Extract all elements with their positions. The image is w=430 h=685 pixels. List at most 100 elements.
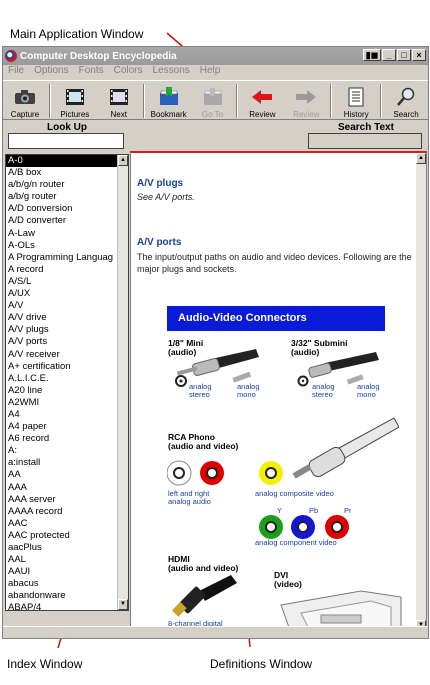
goto-label: Go To xyxy=(201,110,224,119)
index-list-item[interactable]: A-OLs xyxy=(6,240,128,252)
index-list-item[interactable]: A/S/L xyxy=(6,276,128,288)
capture-button[interactable]: Capture xyxy=(3,81,47,121)
index-list-item[interactable]: abandonware xyxy=(6,590,128,602)
menu-bar: File Options Fonts Colors Lessons Help xyxy=(3,65,225,79)
review-forward-button[interactable]: Review xyxy=(284,81,328,121)
index-list-item[interactable]: A4 paper xyxy=(6,421,128,433)
index-list-item[interactable]: AAA server xyxy=(6,494,128,506)
menu-colors[interactable]: Colors xyxy=(109,65,148,79)
review-back-button[interactable]: Review xyxy=(240,81,284,121)
index-list-item[interactable]: A/D conversion xyxy=(6,203,128,215)
index-list-item[interactable]: AAAA record xyxy=(6,506,128,518)
index-list-item[interactable]: abacus xyxy=(6,578,128,590)
index-list-item[interactable]: A-0 xyxy=(6,155,128,168)
analog-composite-label: analog composite video xyxy=(255,489,334,498)
capture-label: Capture xyxy=(10,110,40,119)
lookup-input[interactable] xyxy=(8,133,124,149)
index-list-item[interactable]: A/V xyxy=(6,300,128,312)
history-label: History xyxy=(343,110,369,119)
search-button[interactable]: Search xyxy=(384,81,428,121)
index-scrollbar[interactable]: ▲ ▼ xyxy=(117,155,128,610)
toolbar-separator xyxy=(330,84,333,118)
next-label: Next xyxy=(110,110,127,119)
goto-button[interactable]: Go To xyxy=(191,81,235,121)
definition-text[interactable]: See A/V ports. xyxy=(137,191,413,203)
index-list-item[interactable]: aacPlus xyxy=(6,542,128,554)
index-list[interactable]: A-0 A/B box a/b/g/n router a/b/g router A/D … xyxy=(5,154,129,611)
index-list-item[interactable]: A2WMI xyxy=(6,397,128,409)
analog-component-label: analog component video xyxy=(255,538,337,547)
scroll-up-icon[interactable]: ▲ xyxy=(118,155,128,166)
rca-plug-icon xyxy=(292,417,399,479)
definition-heading[interactable]: A/V plugs xyxy=(137,178,183,189)
pictures-label: Pictures xyxy=(60,110,90,119)
pin-button[interactable]: ▮◼ xyxy=(363,49,381,61)
history-list-icon xyxy=(345,87,367,107)
index-list-item[interactable]: A/UX xyxy=(6,288,128,300)
index-list-item[interactable]: A-Law xyxy=(6,228,128,240)
analog-mono-label-2: mono xyxy=(357,390,376,399)
bookmark-button[interactable]: Bookmark xyxy=(147,81,191,121)
index-list-item[interactable]: ABAP/4 xyxy=(6,602,128,610)
window-title: Computer Desktop Encyclopedia xyxy=(20,50,177,62)
next-button[interactable]: Next xyxy=(97,81,141,121)
definitions-pane: A/V plugs See A/V ports. A/V ports The i… xyxy=(130,151,427,633)
arrow-right-icon xyxy=(295,87,317,107)
film-next-icon xyxy=(108,87,130,107)
index-list-item[interactable]: AAUI xyxy=(6,566,128,578)
definition-heading[interactable]: A/V ports xyxy=(137,237,181,248)
hdmi-sub-label: (audio and video) xyxy=(168,563,239,573)
close-button[interactable]: × xyxy=(412,49,426,61)
lookup-label: Look Up xyxy=(47,122,87,133)
pictures-button[interactable]: Pictures xyxy=(53,81,97,121)
index-list-item[interactable]: AAA xyxy=(6,482,128,494)
scroll-up-icon[interactable]: ▲ xyxy=(416,153,426,164)
index-list-item[interactable]: A/V receiver xyxy=(6,349,128,361)
search-text-input[interactable] xyxy=(308,133,422,149)
index-list-item[interactable]: A4 xyxy=(6,409,128,421)
index-list-item[interactable]: a/b/g/n router xyxy=(6,179,128,191)
definitions-scrollbar[interactable]: ▲ ▼ xyxy=(416,153,426,631)
index-list-item[interactable]: A record xyxy=(6,264,128,276)
definition-text: The input/output paths on audio and vide… xyxy=(137,252,412,274)
review-back-label: Review xyxy=(249,110,276,119)
toolbar-separator xyxy=(380,84,383,118)
history-button[interactable]: History xyxy=(334,81,378,121)
index-list-item[interactable]: A/B box xyxy=(6,167,128,179)
toolbar-separator xyxy=(142,84,145,118)
index-list-item[interactable]: A/V drive xyxy=(6,312,128,324)
index-list-item[interactable]: AA xyxy=(6,469,128,481)
index-list-item[interactable]: a/b/g router xyxy=(6,191,128,203)
index-list-item[interactable]: A Programming Languag xyxy=(6,252,128,264)
index-list-item[interactable]: AAC xyxy=(6,518,128,530)
index-list-item[interactable]: A+ certification xyxy=(6,361,128,373)
index-list-item[interactable]: a:install xyxy=(6,457,128,469)
index-list-item[interactable]: A/D converter xyxy=(6,215,128,227)
index-list-item[interactable]: A/V ports xyxy=(6,336,128,348)
index-list-item[interactable]: AAL xyxy=(6,554,128,566)
menu-file[interactable]: File xyxy=(3,65,29,79)
left-right-label-2: analog audio xyxy=(168,497,211,506)
menu-lessons[interactable]: Lessons xyxy=(148,65,195,79)
goto-book-icon xyxy=(202,87,224,107)
index-list-item[interactable]: A/V plugs xyxy=(6,324,128,336)
index-list-item[interactable]: A.L.I.C.E. xyxy=(6,373,128,385)
search-label: Search xyxy=(393,110,419,119)
index-list-item[interactable]: A: xyxy=(6,445,128,457)
index-list-item[interactable]: A6 record xyxy=(6,433,128,445)
analog-stereo-label-2: stereo xyxy=(312,390,333,399)
menu-options[interactable]: Options xyxy=(29,65,73,79)
scroll-down-icon[interactable]: ▼ xyxy=(118,599,128,610)
maximize-button[interactable]: □ xyxy=(397,49,411,61)
menu-help[interactable]: Help xyxy=(195,65,226,79)
search-text-label: Search Text xyxy=(338,122,394,133)
index-list-item[interactable]: A20 line xyxy=(6,385,128,397)
analog-mono-label-2: mono xyxy=(237,390,256,399)
minimize-button[interactable]: _ xyxy=(382,49,396,61)
film-icon xyxy=(64,87,86,107)
menu-fonts[interactable]: Fonts xyxy=(74,65,109,79)
title-bar[interactable]: Computer Desktop Encyclopedia ▮◼ _ □ × xyxy=(3,47,428,65)
index-list-item[interactable]: AAC protected xyxy=(6,530,128,542)
index-items: A-0 A/B box a/b/g/n router a/b/g router A/D … xyxy=(6,155,128,610)
app-logo-icon xyxy=(5,50,17,62)
